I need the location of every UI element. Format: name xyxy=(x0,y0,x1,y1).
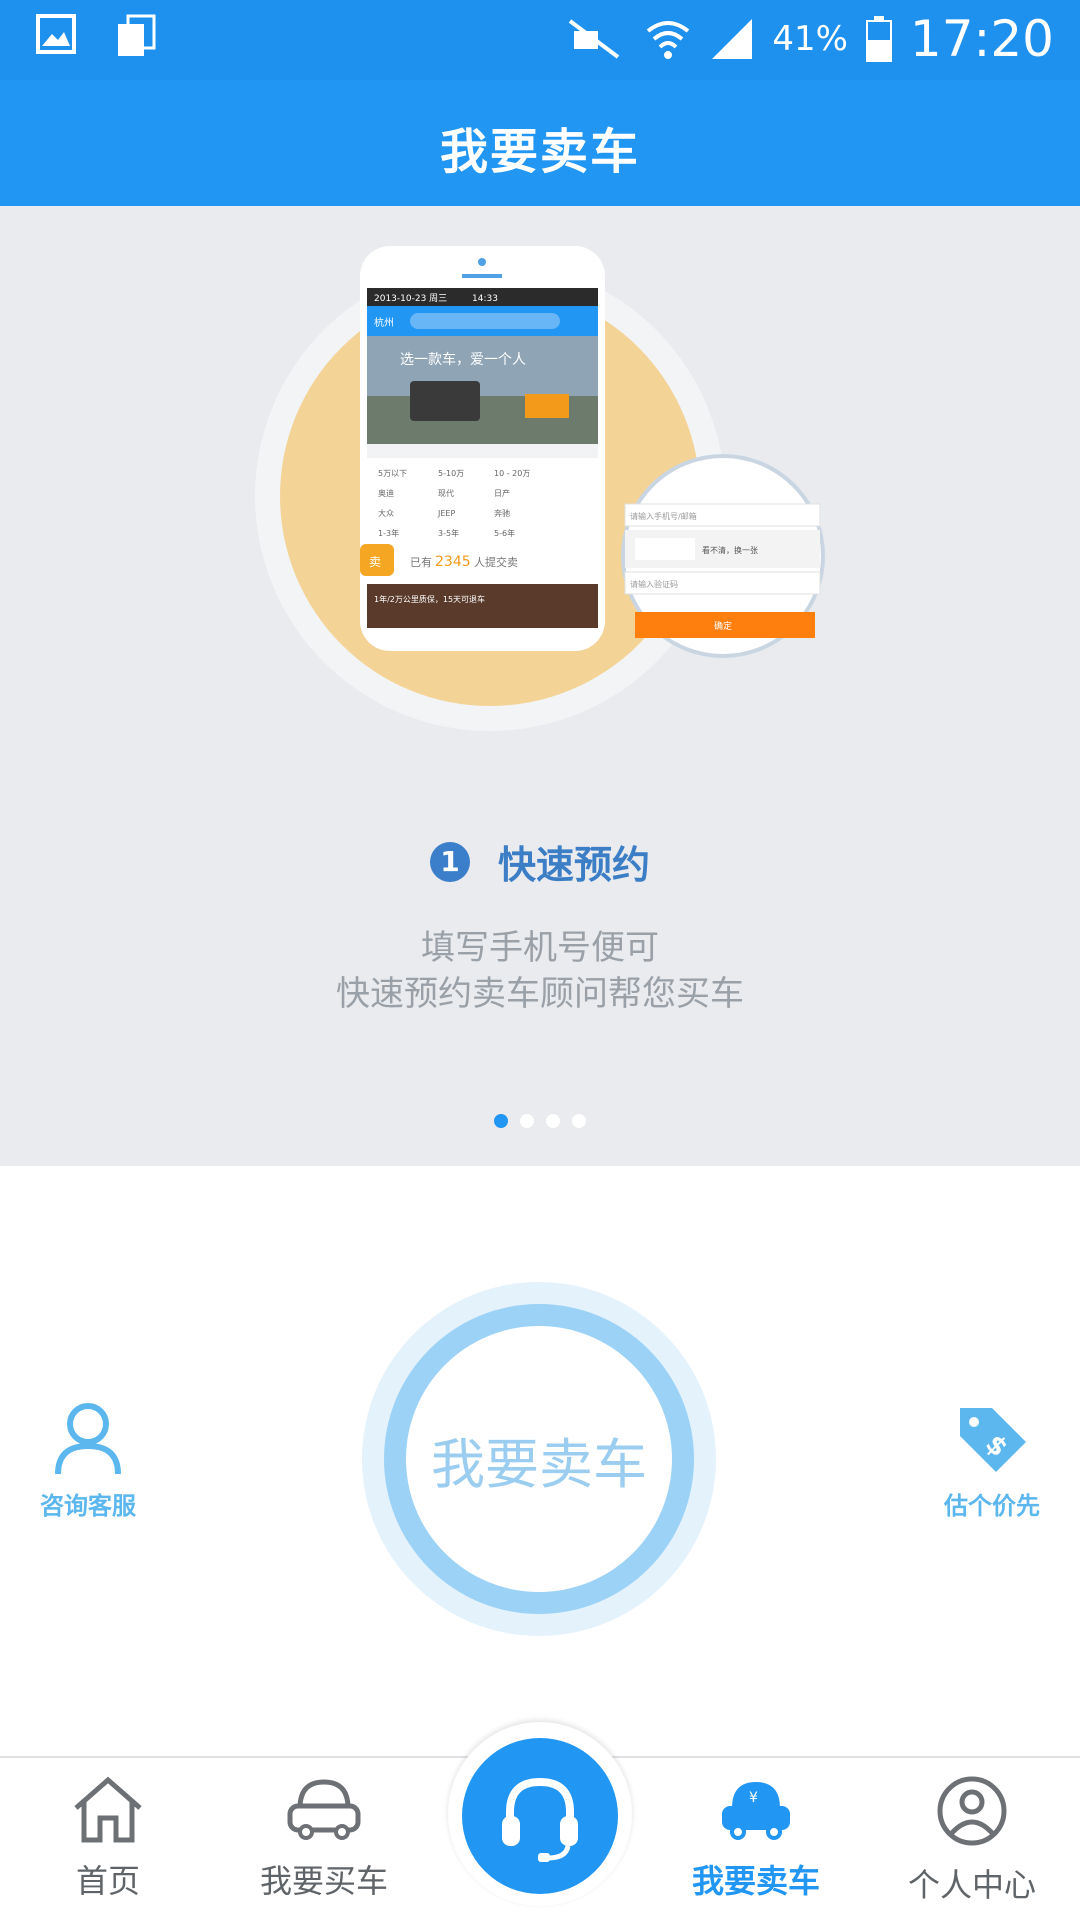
sell-button-label: 我要卖车 xyxy=(406,1326,672,1592)
phone-illustration: 2013-10-23 周三 14:33 杭州 选一款车，爱一个人 5万以下 5-… xyxy=(255,246,825,731)
signal-icon xyxy=(712,19,753,59)
app-bar: 我要卖车 xyxy=(0,80,1080,206)
car-icon xyxy=(287,1779,361,1840)
car-sell-icon: ¥ xyxy=(722,1782,790,1840)
submit-count: 2345 xyxy=(435,554,471,570)
page-dot-2[interactable] xyxy=(520,1114,534,1128)
battery-percent: 41% xyxy=(772,19,848,59)
filter-brand-2: 现代 xyxy=(438,488,454,498)
filter-brand-6: 奔驰 xyxy=(494,508,510,518)
form-phone-placeholder: 请输入手机号/邮箱 xyxy=(630,511,697,521)
headset-icon xyxy=(502,1777,578,1862)
sell-car-button[interactable]: 我要卖车 xyxy=(362,1282,716,1636)
filter-brand-4: 大众 xyxy=(378,508,394,518)
page-dot-1[interactable] xyxy=(494,1114,508,1128)
phone-city: 杭州 xyxy=(374,316,394,329)
form-captcha-hint: 看不清，换一张 xyxy=(702,545,758,555)
price-tag-icon: $ xyxy=(960,1408,1026,1472)
customer-service-button[interactable]: 咨询客服 xyxy=(8,1400,168,1521)
filter-age-2: 3-5年 xyxy=(438,528,459,538)
phone-slogan: 选一款车，爱一个人 xyxy=(400,351,526,368)
step-title: 快速预约 xyxy=(497,843,650,887)
intro-carousel[interactable]: 2013-10-23 周三 14:33 杭州 选一款车，爱一个人 5万以下 5-… xyxy=(0,206,1080,1166)
customer-service-hotline-button[interactable] xyxy=(462,1738,618,1894)
carousel-pagination[interactable] xyxy=(0,1114,1080,1128)
tab-buy-car-label: 我要买车 xyxy=(259,1862,388,1900)
form-confirm: 确定 xyxy=(714,620,732,632)
tab-sell-car-label: 我要卖车 xyxy=(691,1862,820,1900)
step-description-line1: 填写手机号便可 xyxy=(421,928,659,968)
status-bar: 41% 17:20 xyxy=(0,0,1080,80)
promo-text: 1年/2万公里质保，15天可退车 xyxy=(374,594,485,604)
step-number-badge: 1 xyxy=(429,841,470,882)
page-title: 我要卖车 xyxy=(439,124,640,180)
customer-service-label: 咨询客服 xyxy=(40,1492,136,1520)
user-circle-icon xyxy=(937,1776,1007,1846)
form-code-placeholder: 请输入验证码 xyxy=(630,579,678,589)
filter-price-2: 5-10万 xyxy=(438,469,464,478)
clock: 17:20 xyxy=(909,10,1054,68)
page-dot-4[interactable] xyxy=(572,1114,586,1128)
filter-age-1: 1-3年 xyxy=(378,528,399,538)
home-icon xyxy=(74,1776,142,1843)
step-description-line2: 快速预约卖车顾问帮您买车 xyxy=(336,974,744,1014)
wifi-icon xyxy=(647,21,690,59)
sell-tag: 卖 xyxy=(369,555,381,569)
filter-price-1: 5万以下 xyxy=(378,469,407,478)
tab-sell-car[interactable]: ¥ 我要卖车 xyxy=(666,1774,846,1902)
phone-time: 14:33 xyxy=(472,294,498,304)
filter-price-3: 10 - 20万 xyxy=(494,469,530,478)
tab-home[interactable]: 首页 xyxy=(18,1774,198,1902)
page-dot-3[interactable] xyxy=(546,1114,560,1128)
battery-icon xyxy=(865,16,892,62)
filter-brand-3: 日产 xyxy=(494,488,510,498)
svg-text:¥: ¥ xyxy=(749,1790,758,1806)
sell-button-ring: 我要卖车 xyxy=(384,1304,694,1614)
filter-age-3: 5-6年 xyxy=(494,528,515,538)
tab-profile[interactable]: 个人中心 xyxy=(882,1774,1062,1906)
phone-date: 2013-10-23 周三 xyxy=(374,293,447,304)
submit-suffix: 人提交卖 xyxy=(474,555,518,569)
mute-icon xyxy=(569,19,620,59)
tab-profile-label: 个人中心 xyxy=(907,1866,1036,1904)
estimate-price-label: 估个价先 xyxy=(944,1492,1040,1520)
tab-buy-car[interactable]: 我要买车 xyxy=(234,1774,414,1902)
submit-prefix: 已有 xyxy=(410,555,432,569)
user-icon xyxy=(55,1403,121,1475)
gallery-icon xyxy=(36,14,76,54)
estimate-price-button[interactable]: $ 估个价先 xyxy=(912,1400,1072,1521)
filter-brand-5: JEEP xyxy=(437,509,455,518)
tab-home-label: 首页 xyxy=(75,1862,140,1900)
copy-icon xyxy=(118,14,156,56)
step-header: 1 快速预约 xyxy=(0,834,1080,889)
sell-actions: 咨询客服 我要卖车 $ 估个价先 xyxy=(0,1166,1080,1756)
filter-brand-1: 奥迪 xyxy=(378,488,394,498)
